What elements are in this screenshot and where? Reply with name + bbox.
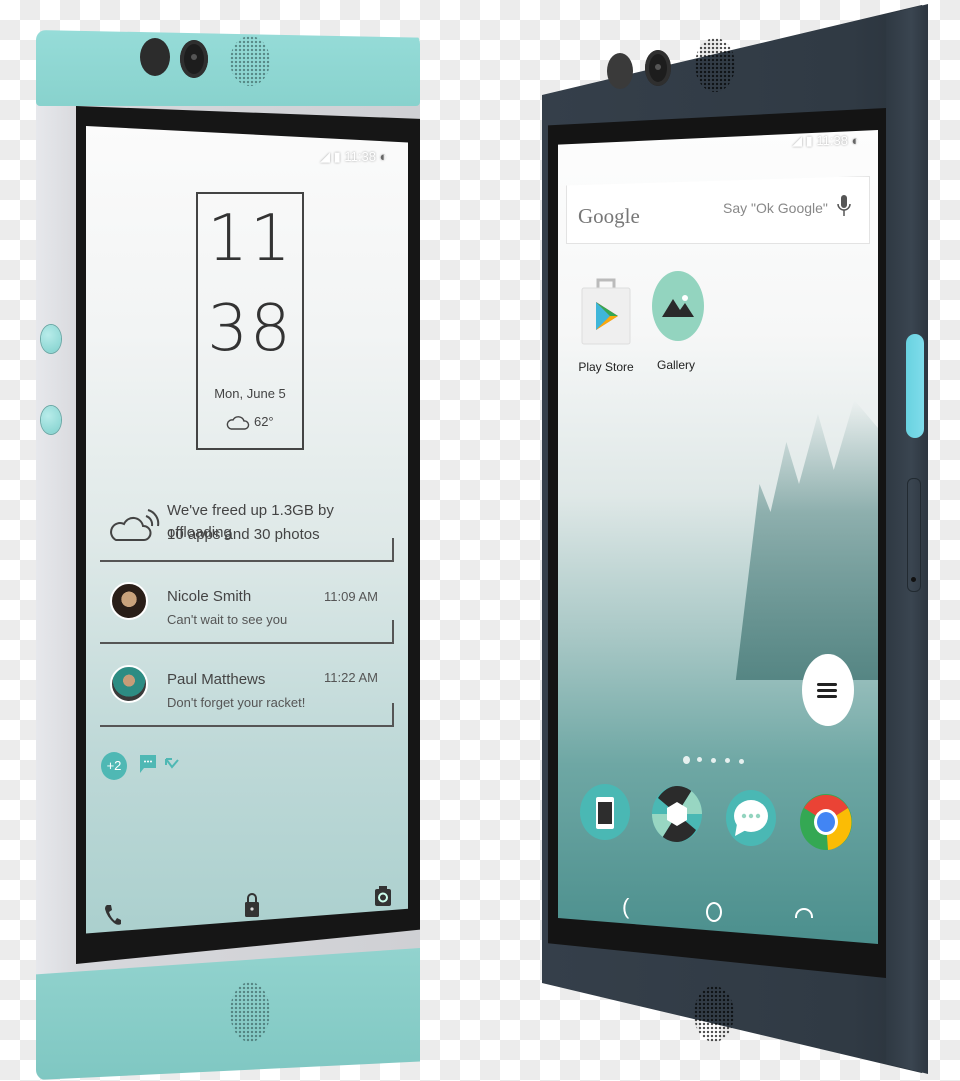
sender-name: Paul Matthews (167, 671, 266, 688)
status-time: 11:38 (344, 149, 376, 164)
right-status-bar: ◢ ▮ 11:38 ◐ (792, 133, 859, 149)
front-camera-icon (180, 40, 208, 78)
signal-icon: ◢ (320, 149, 330, 164)
missed-call-icon[interactable] (164, 757, 180, 771)
dock-phone-app[interactable] (580, 784, 630, 840)
sender-name: Nicole Smith (167, 588, 252, 605)
gallery-icon (652, 271, 704, 341)
message-icon[interactable] (139, 754, 157, 774)
notification-paul-matthews[interactable]: Paul Matthews 11:22 AM Don't forget your… (100, 655, 394, 727)
avatar-status-icon: ◐ (379, 149, 388, 164)
clock-weather: 62° (198, 414, 302, 430)
volume-up-button[interactable] (41, 325, 61, 353)
divider (100, 642, 394, 644)
app-label: Gallery (656, 358, 695, 372)
mountain-icon (662, 295, 694, 317)
front-camera-icon (645, 50, 671, 86)
page-dot-active[interactable] (683, 756, 690, 764)
more-notifications-badge[interactable]: +2 (101, 752, 127, 780)
dock-camera-app[interactable] (652, 786, 702, 842)
temperature: 62° (253, 414, 274, 429)
volume-down-button[interactable] (41, 406, 61, 434)
clock-date: Mon, June 5 (214, 386, 286, 401)
shutter-icon (652, 786, 702, 842)
page-dot[interactable] (697, 757, 702, 762)
front-sensor-icon (140, 38, 170, 76)
page-dot[interactable] (711, 758, 716, 763)
divider-edge (392, 538, 394, 562)
divider (100, 725, 394, 727)
message-preview: Don't forget your racket! (167, 695, 306, 710)
avatar-nicole-smith (110, 582, 148, 620)
sim-tray[interactable] (907, 478, 921, 592)
speaker-grill-top (695, 38, 735, 92)
avatar-status-icon: ◐ (851, 133, 860, 148)
menu-button[interactable] (802, 654, 854, 726)
search-hint[interactable]: Say "Ok Google" (723, 200, 828, 216)
speaker-grill-top (230, 36, 270, 86)
cloud-icon (227, 415, 250, 430)
power-button[interactable] (906, 334, 924, 438)
front-sensor-icon (607, 53, 633, 89)
page-dot[interactable] (725, 758, 730, 763)
status-time: 11:38 (816, 133, 848, 148)
camera-icon[interactable] (374, 885, 392, 907)
sim-eject-hole[interactable] (911, 577, 916, 582)
home-button[interactable] (706, 902, 722, 922)
menu-line (817, 689, 837, 692)
divider-edge (392, 703, 394, 727)
google-logo: Google (578, 204, 640, 228)
battery-icon: ▮ (333, 149, 341, 164)
battery-icon: ▮ (805, 133, 813, 148)
message-preview: Can't wait to see you (167, 612, 288, 627)
dock-chrome-app[interactable] (800, 794, 852, 850)
speaker-grill-bottom (230, 982, 270, 1042)
notification-offload[interactable]: We've freed up 1.3GB by offloading 10 ap… (100, 498, 394, 562)
phone-icon[interactable] (104, 904, 122, 926)
notification-text-line2: 10 apps and 30 photos (167, 526, 320, 543)
chat-icon (734, 800, 768, 836)
menu-line (817, 695, 837, 698)
play-store-icon (581, 278, 631, 345)
page-dot[interactable] (739, 759, 744, 764)
notification-nicole-smith[interactable]: Nicole Smith 11:09 AM Can't wait to see … (100, 572, 394, 644)
clock-minute: 38 (207, 292, 293, 366)
clock-widget[interactable]: 11 38 Mon, June 5 62° (196, 192, 304, 450)
menu-line (817, 683, 837, 686)
lock-icon[interactable] (244, 892, 260, 918)
divider-edge (392, 620, 394, 644)
clock-hour: 11 (207, 202, 293, 276)
back-button[interactable]: ( (622, 894, 629, 920)
message-time: 11:09 AM (324, 589, 378, 604)
message-time: 11:22 AM (324, 670, 378, 685)
dock-messenger-app[interactable] (726, 790, 776, 846)
cloud-sync-icon (110, 509, 160, 541)
app-label: Play Store (578, 360, 634, 374)
avatar-paul-matthews (110, 665, 148, 703)
divider (100, 560, 394, 562)
left-phone-top-cap (36, 30, 420, 106)
speaker-grill-bottom (694, 986, 734, 1042)
microphone-icon[interactable] (837, 194, 851, 218)
phone-app-icon (596, 797, 614, 829)
left-status-bar: ◢ ▮ 11:38 ◐ (320, 149, 387, 165)
signal-icon: ◢ (792, 133, 802, 148)
chrome-icon (800, 794, 852, 850)
